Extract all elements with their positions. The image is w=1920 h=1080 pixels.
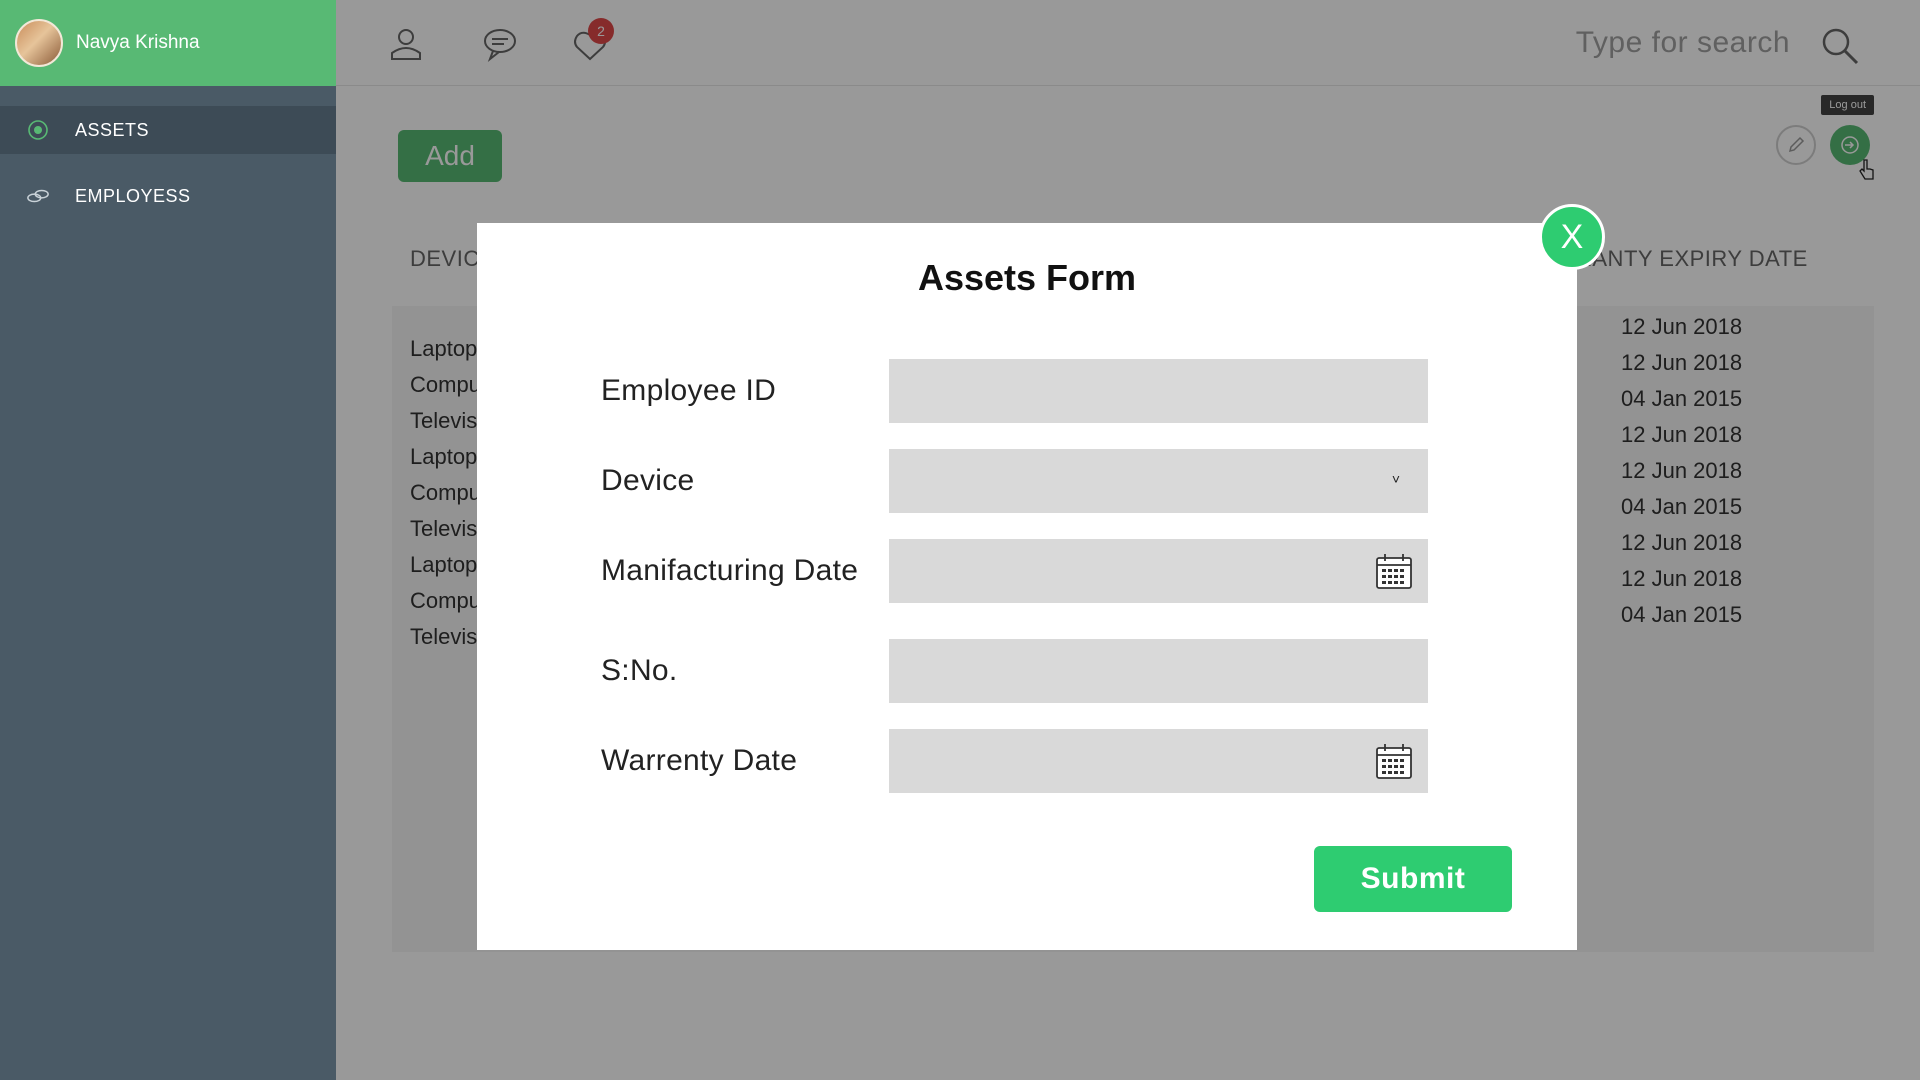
form-row-employee-id: Employee ID	[601, 359, 1451, 423]
manufacturing-date-input[interactable]	[889, 539, 1428, 603]
chevron-down-icon: ˅	[1391, 471, 1400, 487]
form-row-serial-number: S:No.	[601, 639, 1451, 703]
submit-button[interactable]: Submit	[1314, 846, 1512, 912]
form-row-device: Device ˅	[601, 449, 1451, 513]
close-button[interactable]: X	[1539, 204, 1605, 270]
manufacturing-date-label: Manifacturing Date	[601, 554, 859, 587]
device-select[interactable]: ˅	[889, 449, 1428, 513]
calendar-icon[interactable]	[1374, 742, 1414, 787]
avatar[interactable]	[15, 19, 63, 67]
device-label: Device	[601, 464, 695, 497]
employee-id-label: Employee ID	[601, 374, 777, 407]
form-row-warranty-date: Warrenty Date	[601, 729, 1451, 793]
user-profile-bar[interactable]: Navya Krishna	[0, 0, 336, 86]
serial-number-input[interactable]	[889, 639, 1428, 703]
sidebar-item-employees[interactable]: EMPLOYESS	[0, 172, 336, 220]
sidebar-item-label: ASSETS	[75, 119, 150, 140]
warranty-date-label: Warrenty Date	[601, 744, 798, 777]
sidebar: Navya Krishna ASSETS EMPLOYESS	[0, 0, 336, 1080]
sidebar-item-assets[interactable]: ASSETS	[0, 106, 336, 154]
sidebar-item-label: EMPLOYESS	[75, 185, 191, 206]
modal-title: Assets Form	[917, 257, 1137, 298]
user-name: Navya Krishna	[76, 32, 200, 53]
target-icon	[26, 118, 50, 142]
serial-number-label: S:No.	[601, 654, 678, 687]
link-icon	[26, 184, 50, 208]
warranty-date-input[interactable]	[889, 729, 1428, 793]
assets-form-modal: Assets Form Employee ID Device ˅ Manifac…	[477, 223, 1577, 950]
employee-id-input[interactable]	[889, 359, 1428, 423]
form-row-manufacturing-date: Manifacturing Date	[601, 539, 1451, 603]
calendar-icon[interactable]	[1374, 552, 1414, 597]
